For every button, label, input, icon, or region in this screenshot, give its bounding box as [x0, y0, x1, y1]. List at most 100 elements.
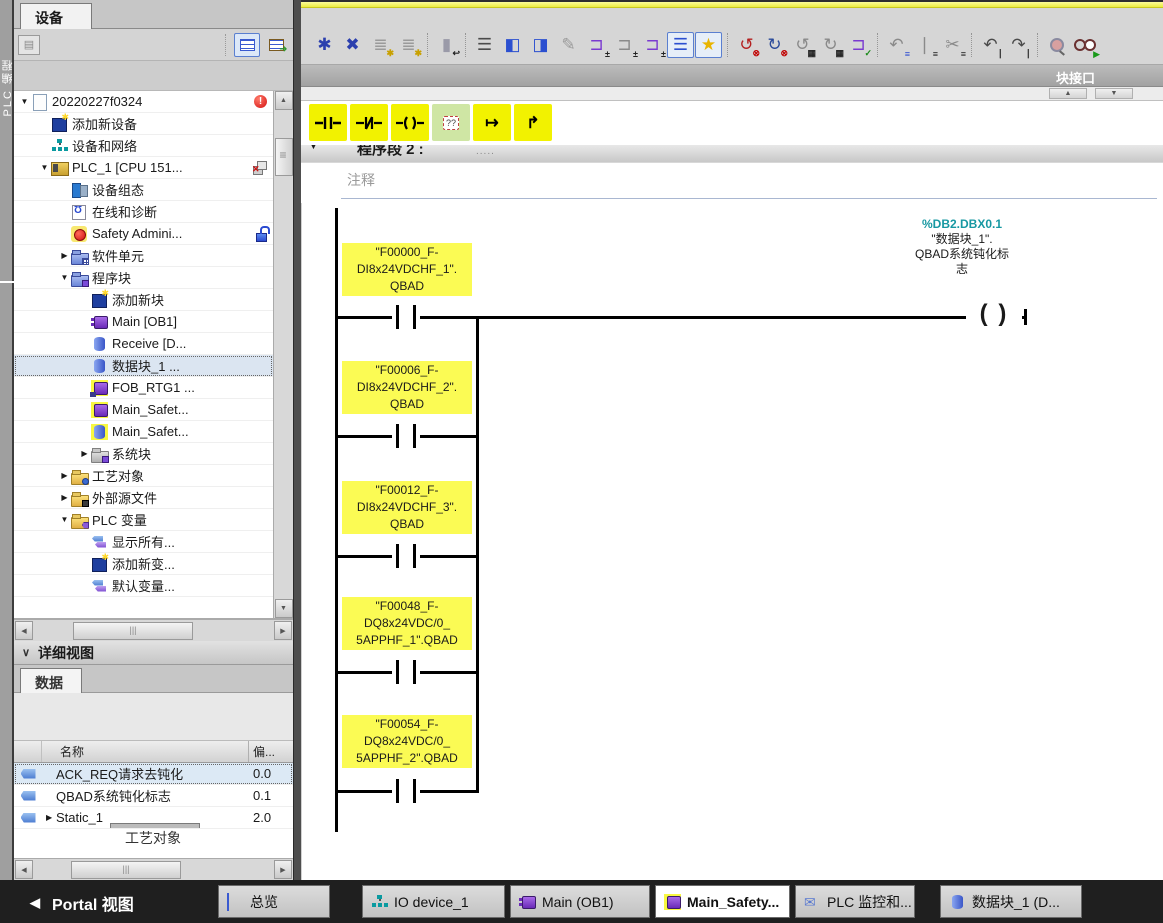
taskbar-button-3[interactable]: Main (OB1)	[510, 885, 650, 918]
toolbar-icon[interactable]: ❘≡	[911, 32, 938, 58]
collapse-chevron-icon[interactable]: ∨	[14, 646, 38, 659]
contact-operand[interactable]: "F00054_F- DQ8x24VDC/0_ 5APPHF_2".QBAD	[342, 715, 472, 768]
tree-item[interactable]: ▼ PLC 变量	[14, 509, 273, 531]
toolbar-icon[interactable]: ↶❘	[977, 32, 1004, 58]
tree-item[interactable]: Safety Admini...	[14, 223, 273, 245]
toolbar-icon[interactable]: ▮↩	[433, 32, 460, 58]
column-offset[interactable]: 偏...	[249, 743, 293, 760]
toolbar-icon[interactable]: ≣✱	[395, 32, 422, 58]
tree-item[interactable]: 添加新设备	[14, 113, 273, 135]
no-contact-symbol[interactable]	[392, 423, 420, 449]
network-comment-row[interactable]: 注释	[301, 163, 1163, 203]
coil-button[interactable]	[391, 104, 429, 141]
portal-view-switch[interactable]: ◀ Portal 视图	[30, 891, 134, 915]
tree-item[interactable]: ▼ PLC_1 [CPU 151...	[14, 157, 273, 179]
panel-divider[interactable]	[293, 0, 301, 923]
toolbar-icon[interactable]: ★	[695, 32, 722, 58]
tab-data[interactable]: 数据	[20, 668, 82, 693]
no-contact-symbol[interactable]	[392, 543, 420, 569]
tree-item[interactable]: ▶ 工艺对象	[14, 465, 273, 487]
toolbar-icon[interactable]: ↻⊗	[761, 32, 788, 58]
toolbar-icon[interactable]: ↶≡	[883, 32, 910, 58]
toolbar-icon[interactable]	[1043, 32, 1070, 58]
detail-view-header[interactable]: ∨ 详细视图	[14, 641, 293, 665]
toolbar-icon[interactable]: ⊐✓	[845, 32, 872, 58]
expander-icon[interactable]: ▶	[58, 471, 71, 480]
scroll-up-button[interactable]: ▲	[275, 91, 293, 110]
tree-item[interactable]: ▶ 系统块	[14, 443, 273, 465]
expander-icon[interactable]: ▶	[58, 251, 71, 260]
taskbar-button-4[interactable]: Main_Safety...	[655, 885, 790, 918]
toolbar-icon[interactable]	[423, 32, 432, 58]
no-contact-symbol[interactable]	[392, 778, 420, 804]
close-branch-button[interactable]: ↱	[514, 104, 552, 141]
tree-item[interactable]: FOB_RTG1 ...	[14, 377, 273, 399]
taskbar-button-6[interactable]: 数据块_1 (D...	[940, 885, 1082, 918]
tree-item[interactable]: ▼ 20220227f0324	[14, 91, 273, 113]
toolbar-icon[interactable]	[1071, 32, 1098, 58]
network-comment-placeholder[interactable]: 注释	[347, 170, 375, 190]
expander-icon[interactable]: ▼	[18, 97, 31, 106]
toolbar-icon[interactable]: ↺⊗	[733, 32, 760, 58]
detail-horizontal-scrollbar[interactable]: ◀ ▶	[14, 858, 293, 880]
row-expander-icon[interactable]: ▶	[42, 813, 56, 822]
variable-row[interactable]: ACK_REQ请求去钝化 0.0	[14, 763, 293, 785]
tree-item[interactable]: Receive [D...	[14, 333, 273, 355]
toolbar-icon[interactable]: ↺▦	[789, 32, 816, 58]
add-device-icon[interactable]: ▤	[18, 35, 40, 55]
toolbar-icon[interactable]: ✎	[555, 32, 582, 58]
toolbar-icon[interactable]: ✂≡	[939, 32, 966, 58]
ladder-canvas[interactable]: "F00000_F- DI8x24VDCHF_1". QBAD "F00006_…	[301, 203, 1163, 891]
expander-icon[interactable]: ▶	[78, 449, 91, 458]
nc-contact-button[interactable]	[350, 104, 388, 141]
splitter-down-button[interactable]: ▼	[1095, 88, 1133, 99]
toolbar-icon[interactable]: ◧	[499, 32, 526, 58]
tree-item[interactable]: 显示所有...	[14, 531, 273, 553]
contact-operand[interactable]: "F00006_F- DI8x24VDCHF_2". QBAD	[342, 361, 472, 414]
expander-icon[interactable]: ▼	[58, 273, 71, 282]
no-contact-symbol[interactable]	[392, 304, 420, 330]
open-branch-button[interactable]: ↦	[473, 104, 511, 141]
toolbar-icon[interactable]	[461, 32, 470, 58]
expander-icon[interactable]: ▼	[58, 515, 71, 524]
taskbar-button-2[interactable]: IO device_1	[362, 885, 505, 918]
taskbar-button-1[interactable]: 总览	[218, 885, 330, 918]
variable-row[interactable]: QBAD系统钝化标志 0.1	[14, 785, 293, 807]
tree-item[interactable]: 添加新变...	[14, 553, 273, 575]
toolbar-icon[interactable]: ↻▦	[817, 32, 844, 58]
tree-item[interactable]: 数据块_1 ...	[14, 355, 273, 377]
scroll-right-button[interactable]: ▶	[274, 860, 292, 879]
toolbar-icon[interactable]: ✖	[339, 32, 366, 58]
scroll-right-button[interactable]: ▶	[274, 621, 292, 640]
column-name[interactable]: 名称	[42, 741, 249, 762]
toolbar-icon[interactable]	[967, 32, 976, 58]
toolbar-icon[interactable]	[873, 32, 882, 58]
contact-operand[interactable]: "F00012_F- DI8x24VDCHF_3". QBAD	[342, 481, 472, 534]
toolbar-icon[interactable]: ↷❘	[1005, 32, 1032, 58]
tab-technology-objects[interactable]: 工艺对象	[110, 823, 200, 828]
toolbar-icon[interactable]: ⊐±	[639, 32, 666, 58]
toolbar-icon[interactable]: ◨	[527, 32, 554, 58]
tree-vertical-scrollbar[interactable]: ▲ ▼	[273, 91, 293, 618]
toolbar-icon[interactable]: ≣✱	[367, 32, 394, 58]
taskbar-button-5[interactable]: ✉PLC 监控和...	[795, 885, 915, 918]
tree-item[interactable]: ▶ 外部源文件	[14, 487, 273, 509]
tree-item[interactable]: 在线和诊断	[14, 201, 273, 223]
scroll-left-button[interactable]: ◀	[15, 621, 33, 640]
tab-devices[interactable]: 设备	[20, 3, 92, 29]
no-contact-symbol[interactable]	[392, 659, 420, 685]
no-contact-button[interactable]	[309, 104, 347, 141]
tree-item[interactable]: 设备和网络	[14, 135, 273, 157]
scrollbar-thumb[interactable]	[73, 622, 193, 640]
tree-item[interactable]: ▼ 程序块	[14, 267, 273, 289]
scrollbar-thumb[interactable]	[71, 861, 181, 879]
toolbar-icon[interactable]	[1033, 32, 1042, 58]
open-device-view-button[interactable]	[263, 33, 289, 57]
scroll-left-button[interactable]: ◀	[15, 860, 33, 879]
empty-box-button[interactable]: ??	[432, 104, 470, 141]
tree-item[interactable]: Main_Safet...	[14, 421, 273, 443]
tree-item[interactable]: Main [OB1]	[14, 311, 273, 333]
tree-horizontal-scrollbar[interactable]: ◀ ▶	[14, 619, 293, 641]
network-collapse-icon[interactable]: ▼	[309, 145, 318, 151]
toolbar-icon[interactable]: ⊐±	[583, 32, 610, 58]
